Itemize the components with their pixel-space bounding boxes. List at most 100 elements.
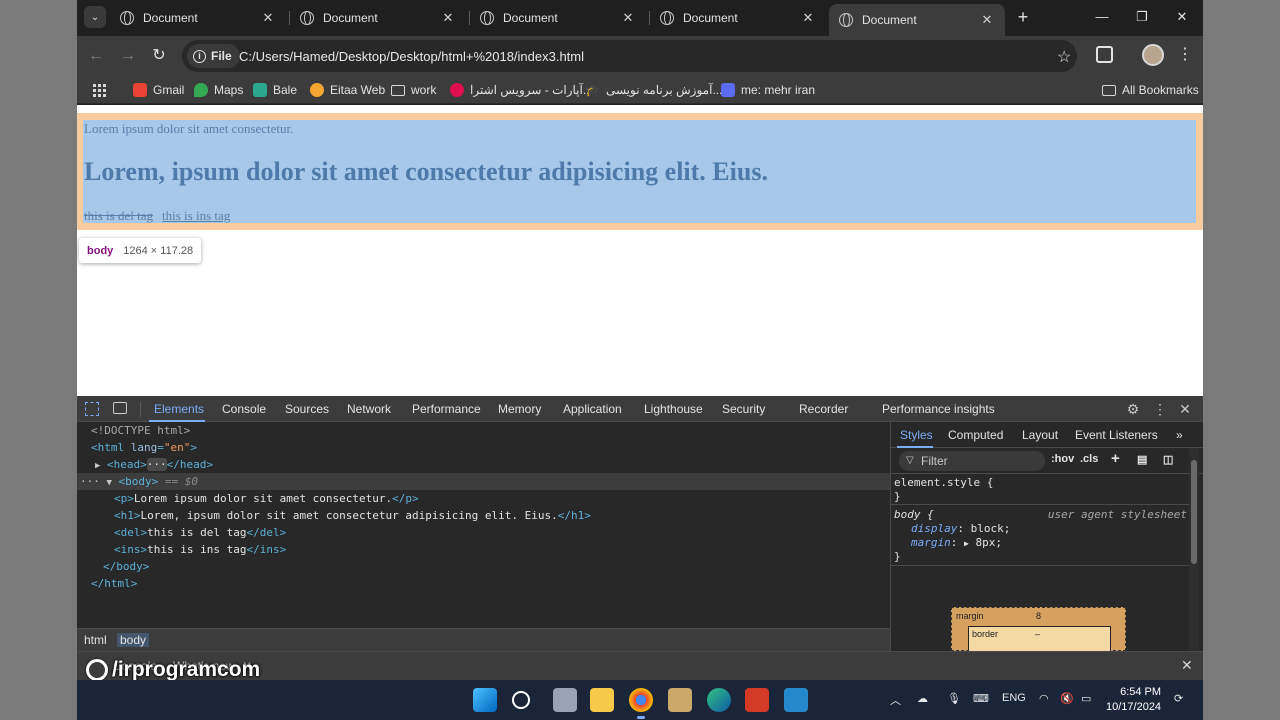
browser-menu-icon[interactable]: ⋮ [1177,45,1193,65]
box-margin-value[interactable]: 8 [1036,611,1041,621]
tab-close-icon[interactable]: ✕ [618,10,638,26]
tab-network[interactable]: Network [347,402,391,416]
dom-node-h1[interactable]: <h1>Lorem, ipsum dolor sit amet consecte… [114,507,591,524]
start-windows-icon[interactable] [473,688,497,712]
all-bookmarks-button[interactable]: All Bookmarks [1102,81,1199,99]
bookmark-gmail[interactable]: Gmail [133,81,184,99]
tray-chevron-icon[interactable]: ︿ [890,692,901,708]
browser-tab-active[interactable]: Document ✕ [829,4,1005,36]
styles-scrollbar[interactable] [1189,448,1199,651]
dom-node-doctype[interactable]: <!DOCTYPE html> [91,422,190,439]
tab-close-icon[interactable]: ✕ [798,10,818,26]
restore-icon[interactable]: ❐ [1132,9,1152,25]
site-info-chip[interactable]: i File [187,44,240,68]
file-explorer-icon[interactable] [590,688,614,712]
dom-node-p[interactable]: <p>Lorem ipsum dolor sit amet consectetu… [114,490,419,507]
tab-elements[interactable]: Elements [154,402,204,416]
office-icon[interactable] [745,688,769,712]
new-tab-button[interactable]: + [1013,7,1033,27]
bookmark-bale[interactable]: Bale [253,81,297,99]
dom-node-ins[interactable]: <ins>this is ins tag</ins> [114,541,286,558]
inspect-element-icon[interactable] [85,402,99,416]
dom-node-html[interactable]: <html lang="en"> [91,439,197,456]
bookmark-maps[interactable]: Maps [194,81,243,99]
notification-icon[interactable]: ⟳ [1174,692,1183,705]
battery-icon[interactable]: ▭ [1081,692,1091,705]
tab-lighthouse[interactable]: Lighthouse [644,402,703,416]
volume-muted-icon[interactable]: 🔇 [1060,692,1074,705]
bookmark-eitaa[interactable]: Eitaa Web [310,81,385,99]
tab-performance-insights[interactable]: Performance insights [882,402,995,416]
dom-node-head[interactable]: ▶ <head>···</head> [95,456,213,473]
browser-tab[interactable]: Document ✕ [650,4,826,32]
reload-button[interactable]: ↻ [149,46,169,66]
app-icon[interactable] [668,688,692,712]
css-declaration[interactable]: margin: ▶ 8px; [891,536,1191,550]
minimize-icon[interactable]: — [1092,9,1112,24]
microphone-icon[interactable]: 🎙 [947,692,961,705]
url-text[interactable]: C:/Users/Hamed/Desktop/Desktop/html+%201… [239,49,584,64]
tab-search-chevron-icon[interactable]: ⌄ [84,6,106,28]
bookmark-aparat[interactable]: آپارات - سرویس اشترا... [450,81,593,99]
task-view-icon[interactable] [553,688,577,712]
collapse-triangle-icon[interactable]: ▼ [107,478,112,488]
bookmark-programming[interactable]: 🎓 آموزش برنامه نویسی... [585,81,722,99]
tab-computed[interactable]: Computed [948,428,1003,442]
tab-close-icon[interactable]: ✕ [438,10,458,26]
scrollbar-thumb[interactable] [1191,460,1197,564]
wifi-icon[interactable]: ◠ [1039,692,1049,705]
hov-toggle[interactable]: :hov [1051,453,1074,465]
tab-event-listeners[interactable]: Event Listeners [1075,428,1158,442]
breadcrumb-body[interactable]: body [117,633,150,647]
breadcrumb-html[interactable]: html [81,633,110,647]
keyboard-icon[interactable]: ⌨ [973,692,989,705]
css-selector[interactable]: body { [894,508,934,521]
devtools-menu-icon[interactable]: ⋮ [1151,401,1169,418]
more-tabs-chevron-icon[interactable]: » [1176,428,1183,442]
drawer-close-icon[interactable]: ✕ [1181,657,1193,674]
tab-application[interactable]: Application [563,402,622,416]
bookmark-star-icon[interactable]: ☆ [1057,47,1071,67]
device-toolbar-icon[interactable] [113,402,127,414]
box-border-value[interactable]: – [1035,629,1040,639]
profile-avatar[interactable] [1142,44,1164,66]
settings-gear-icon[interactable]: ⚙ [1124,401,1142,418]
sidebar-toggle-icon[interactable]: ◫ [1163,453,1173,466]
vscode-icon[interactable] [784,688,808,712]
tab-layout[interactable]: Layout [1022,428,1058,442]
tab-security[interactable]: Security [722,402,765,416]
tab-performance[interactable]: Performance [412,402,481,416]
tab-close-icon[interactable]: ✕ [258,10,278,26]
forward-button[interactable]: → [118,46,138,66]
new-rule-plus-icon[interactable]: + [1111,450,1120,467]
edge-icon[interactable] [707,688,731,712]
chrome-icon[interactable] [629,688,653,712]
back-button[interactable]: ← [86,46,106,66]
dom-node-body-selected[interactable]: ··· ▼ <body> == $0 [77,473,890,490]
paint-icon[interactable]: ▤ [1137,453,1147,466]
extensions-icon[interactable] [1096,46,1113,63]
cls-toggle[interactable]: .cls [1080,453,1098,465]
clock[interactable]: 6:54 PM 10/17/2024 [1106,685,1161,715]
address-bar[interactable]: i File C:/Users/Hamed/Desktop/Desktop/ht… [182,40,1077,72]
language-indicator[interactable]: ENG [1002,692,1026,704]
onedrive-icon[interactable]: ☁ [917,692,928,705]
dom-node-html-close[interactable]: </html> [91,575,137,592]
tab-styles[interactable]: Styles [900,428,933,442]
expand-triangle-icon[interactable]: ▶ [95,461,100,471]
styles-filter-input[interactable]: Filter [899,451,1045,471]
expand-triangle-icon[interactable]: ▶ [964,539,969,548]
browser-tab[interactable]: Document ✕ [470,4,646,32]
dom-node-del[interactable]: <del>this is del tag</del> [114,524,286,541]
search-icon[interactable] [512,691,530,709]
node-dots[interactable]: ··· [77,475,100,488]
collapsed-ellipsis[interactable]: ··· [146,458,167,471]
css-selector[interactable]: element.style { [891,476,1191,490]
tab-sources[interactable]: Sources [285,402,329,416]
apps-grid-icon[interactable] [93,81,106,99]
browser-tab[interactable]: Document ✕ [290,4,466,32]
tab-close-icon[interactable]: ✕ [977,12,997,28]
tab-console[interactable]: Console [222,402,266,416]
devtools-close-icon[interactable]: ✕ [1176,401,1194,418]
tab-recorder[interactable]: Recorder [799,402,848,416]
